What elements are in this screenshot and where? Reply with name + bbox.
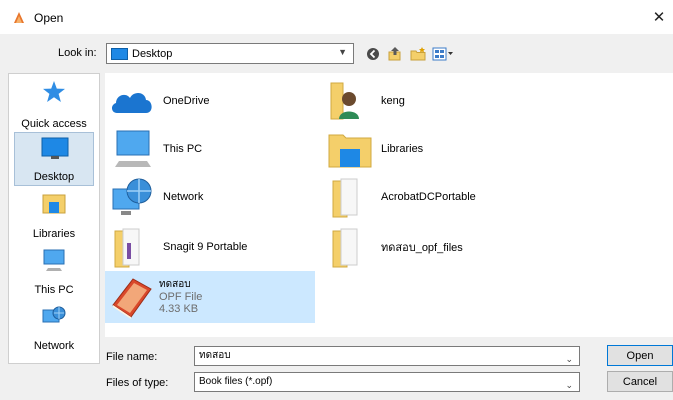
filename-input[interactable]: ทดสอบ ⌄ — [194, 346, 580, 366]
lookin-dropdown[interactable]: Desktop ▼ — [106, 43, 354, 64]
file-details: ทดสอบ OPF File 4.33 KB — [159, 279, 202, 315]
open-button[interactable]: Open — [607, 345, 673, 366]
book-icon — [109, 275, 155, 319]
file-name: keng — [381, 95, 405, 107]
star-icon — [43, 81, 65, 102]
user-folder-icon — [327, 79, 373, 123]
file-name: Network — [163, 191, 204, 203]
new-folder-icon — [410, 47, 425, 61]
lookin-value: Desktop — [132, 47, 173, 60]
list-item-onedrive[interactable]: OneDrive — [109, 77, 309, 125]
view-menu-button[interactable] — [431, 44, 455, 64]
folder-icon — [109, 225, 155, 269]
cancel-button[interactable]: Cancel — [607, 371, 673, 392]
filename-label: File name: — [106, 351, 158, 363]
desktop-icon — [111, 47, 128, 60]
places-bar: Quick access Desktop Libraries This PC N… — [8, 73, 100, 364]
back-button[interactable] — [363, 44, 383, 64]
title-bar: Open ✕ — [0, 0, 673, 34]
filetype-label: Files of type: — [106, 377, 169, 389]
file-name: This PC — [163, 143, 203, 155]
file-name: Snagit 9 Portable — [163, 241, 248, 253]
list-item-opf-file[interactable]: ทดสอบ OPF File 4.33 KB — [105, 271, 315, 323]
network-icon — [109, 175, 155, 219]
place-label: Network — [33, 340, 75, 352]
list-item-libraries[interactable]: Libraries — [327, 125, 527, 173]
chevron-down-icon: ▼ — [338, 47, 347, 57]
file-name: OneDrive — [163, 95, 210, 107]
computer-icon — [109, 127, 155, 171]
folder-icon — [327, 175, 373, 219]
back-arrow-icon — [367, 48, 379, 60]
libraries-icon — [42, 194, 66, 214]
lookin-label: Look in: — [58, 47, 97, 59]
list-item-opf-files[interactable]: ทดสอบ_opf_files — [327, 223, 547, 271]
folder-icon — [327, 225, 373, 269]
computer-icon — [43, 249, 65, 271]
file-list: OneDrive keng This PC Libraries Network … — [105, 73, 673, 337]
app-icon — [11, 10, 27, 26]
close-button[interactable]: ✕ — [645, 0, 673, 34]
place-desktop[interactable]: Desktop — [14, 132, 94, 186]
file-name: AcrobatDCPortable — [381, 191, 476, 203]
file-name: ทดสอบ_opf_files — [381, 242, 463, 254]
chevron-down-icon[interactable]: ⌄ — [565, 350, 573, 368]
file-type: OPF File — [159, 291, 203, 303]
filetype-select[interactable]: Book files (*.opf) ⌄ — [194, 372, 580, 392]
list-item-keng[interactable]: keng — [327, 77, 527, 125]
new-folder-button[interactable] — [408, 44, 428, 64]
up-folder-icon — [388, 47, 401, 61]
up-folder-button[interactable] — [385, 44, 405, 64]
network-icon — [42, 306, 66, 323]
view-menu-icon — [432, 47, 453, 61]
place-network[interactable]: Network — [14, 300, 94, 354]
place-quick-access[interactable]: Quick access — [14, 78, 94, 132]
onedrive-icon — [109, 79, 155, 123]
list-item-snagit-9-portable[interactable]: Snagit 9 Portable — [109, 223, 309, 271]
list-item-network[interactable]: Network — [109, 173, 309, 221]
chevron-down-icon: ⌄ — [565, 380, 573, 390]
filetype-value: Book files (*.opf) — [199, 376, 273, 387]
place-this-pc[interactable]: This PC — [14, 244, 94, 298]
desktop-icon — [41, 137, 69, 159]
libraries-icon — [327, 127, 373, 171]
place-libraries[interactable]: Libraries — [14, 188, 94, 242]
list-item-acrobatdcportable[interactable]: AcrobatDCPortable — [327, 173, 547, 221]
place-label: This PC — [34, 284, 74, 296]
list-item-this-pc[interactable]: This PC — [109, 125, 309, 173]
place-label: Desktop — [33, 171, 75, 183]
place-label: Libraries — [32, 228, 76, 240]
file-name: ทดสอบ — [159, 279, 191, 290]
file-size: 4.33 KB — [159, 303, 199, 315]
filename-value: ทดสอบ — [199, 350, 231, 361]
file-name: Libraries — [381, 143, 424, 155]
place-label: Quick access — [21, 118, 87, 130]
window-title: Open — [34, 11, 64, 25]
